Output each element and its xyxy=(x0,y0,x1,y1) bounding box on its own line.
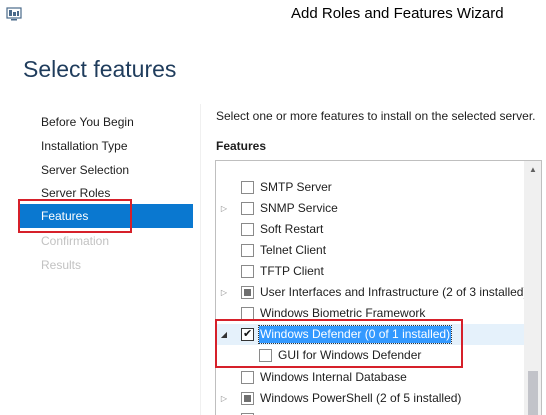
feature-row-snmp-service[interactable]: ▷ SNMP Service xyxy=(216,198,524,219)
title-bar: Add Roles and Features Wizard xyxy=(0,0,546,30)
checkbox[interactable] xyxy=(241,307,254,320)
feature-label: TFTP Client xyxy=(260,264,324,278)
expand-arrow-icon[interactable]: ▷ xyxy=(219,198,229,219)
checkbox-partial[interactable] xyxy=(241,286,254,299)
feature-label: Windows Internal Database xyxy=(260,370,407,384)
feature-row-smtp-server[interactable]: SMTP Server xyxy=(216,177,524,198)
clipped-row-remnant: ▔▔▔▔ ▔▔▔▔▔▔▔▔ ▔▔▔▔▔ xyxy=(260,160,424,167)
feature-row-clipped xyxy=(216,409,524,415)
features-heading: Features xyxy=(216,139,267,153)
nav-item-server-selection[interactable]: Server Selection xyxy=(18,158,193,182)
nav-item-before-you-begin[interactable]: Before You Begin xyxy=(18,110,193,134)
checkbox[interactable] xyxy=(241,244,254,257)
feature-label: SNMP Service xyxy=(260,201,338,215)
feature-label: Windows Biometric Framework xyxy=(260,306,426,320)
features-tree[interactable]: ▔▔▔▔ ▔▔▔▔▔▔▔▔ ▔▔▔▔▔ SMTP Server ▷ SNMP S… xyxy=(215,160,542,415)
feature-label: Windows PowerShell (2 of 5 installed) xyxy=(260,391,462,405)
feature-row-windows-powershell[interactable]: ▷ Windows PowerShell (2 of 5 installed) xyxy=(216,388,524,409)
checkbox[interactable] xyxy=(241,223,254,236)
nav-item-confirmation: Confirmation xyxy=(41,234,110,248)
scroll-up-arrow-icon[interactable]: ▲ xyxy=(524,161,541,178)
expand-arrow-icon[interactable]: ▷ xyxy=(219,282,229,303)
expand-arrow-icon[interactable]: ▷ xyxy=(219,388,229,409)
feature-label: GUI for Windows Defender xyxy=(278,348,422,362)
checkbox[interactable] xyxy=(241,181,254,194)
feature-row-windows-biometric[interactable]: Windows Biometric Framework xyxy=(216,303,524,324)
vertical-scrollbar[interactable]: ▲ xyxy=(524,161,541,415)
nav-item-features[interactable]: Features xyxy=(18,204,193,228)
checkbox[interactable] xyxy=(241,265,254,278)
page-title: Select features xyxy=(23,56,177,82)
checkbox-partial[interactable] xyxy=(241,392,254,405)
nav-item-results: Results xyxy=(41,258,82,272)
server-manager-icon xyxy=(6,7,22,21)
feature-row-windows-internal-database[interactable]: Windows Internal Database xyxy=(216,367,524,388)
check-icon: ✔ xyxy=(243,328,253,340)
nav-item-server-roles[interactable]: Server Roles xyxy=(18,181,193,205)
feature-label: Soft Restart xyxy=(260,222,324,236)
feature-label: Windows Defender (0 of 1 installed) xyxy=(257,325,453,344)
feature-row-telnet-client[interactable]: Telnet Client xyxy=(216,240,524,261)
checkbox[interactable] xyxy=(241,371,254,384)
instruction-text: Select one or more features to install o… xyxy=(216,109,536,123)
nav-item-installation-type[interactable]: Installation Type xyxy=(18,134,193,158)
feature-label: SMTP Server xyxy=(260,180,332,194)
feature-row-tftp-client[interactable]: TFTP Client xyxy=(216,261,524,282)
collapse-arrow-icon[interactable]: ◢ xyxy=(219,324,229,345)
checkbox[interactable] xyxy=(241,202,254,215)
feature-row-gui-windows-defender[interactable]: GUI for Windows Defender xyxy=(216,345,524,366)
checkbox-checked[interactable]: ✔ xyxy=(241,328,254,341)
checkbox[interactable] xyxy=(259,349,272,362)
scroll-thumb[interactable] xyxy=(528,371,538,415)
feature-row-windows-defender[interactable]: ◢ ✔ Windows Defender (0 of 1 installed) xyxy=(216,324,524,345)
divider xyxy=(200,104,201,415)
feature-row-user-interfaces[interactable]: ▷ User Interfaces and Infrastructure (2 … xyxy=(216,282,528,303)
feature-label: Telnet Client xyxy=(260,243,327,257)
feature-row-soft-restart[interactable]: Soft Restart xyxy=(216,219,524,240)
window-title: Add Roles and Features Wizard xyxy=(291,5,504,22)
feature-label: User Interfaces and Infrastructure (2 of… xyxy=(260,285,528,299)
